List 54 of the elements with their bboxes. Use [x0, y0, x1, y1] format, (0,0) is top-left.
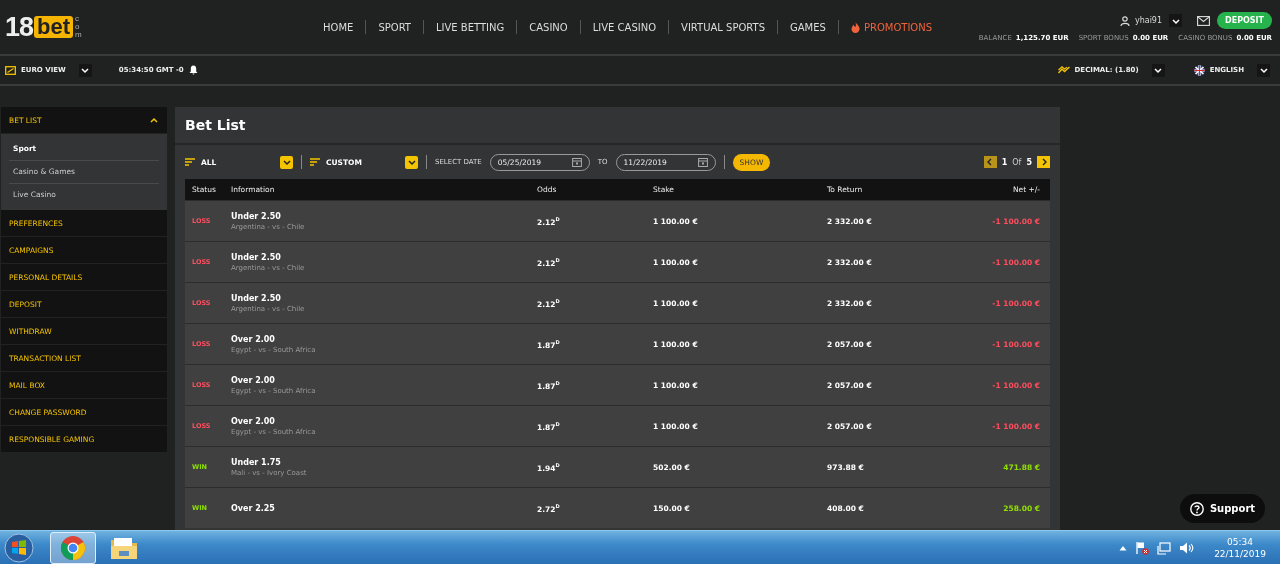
bell-icon[interactable]: [188, 65, 198, 75]
dropdown-button[interactable]: [1257, 63, 1270, 77]
dropdown-button[interactable]: [1151, 63, 1165, 77]
market-text: Under 2.50: [231, 211, 282, 221]
network-icon[interactable]: [1157, 540, 1172, 555]
dropdown-button[interactable]: [78, 63, 92, 77]
nav-link[interactable]: CASINO: [517, 21, 580, 33]
previous-page-button[interactable]: [983, 156, 997, 168]
nav-link[interactable]: GAMES: [778, 21, 838, 33]
market-text: Over 2.25: [231, 503, 276, 513]
flag-icon: [1193, 64, 1205, 76]
filter-icon: [185, 158, 195, 166]
start-icon[interactable]: [4, 532, 34, 563]
page-number: 1: [1001, 157, 1008, 167]
nav-link[interactable]: LIVE BETTING: [423, 21, 517, 33]
volume-icon[interactable]: [1179, 540, 1195, 555]
calendar-icon: [571, 157, 582, 167]
user-menu[interactable]: yhai91: [1119, 15, 1163, 26]
nav-link[interactable]: HOME: [311, 21, 366, 33]
nav-label: PROMOTIONS: [863, 21, 933, 33]
calendar-icon: [697, 157, 708, 167]
market-text: Under 2.50: [231, 293, 282, 303]
browser-icon: [60, 534, 86, 561]
help-icon: [1189, 501, 1204, 516]
user-icon: [1119, 15, 1130, 26]
next-page-button[interactable]: [1037, 156, 1050, 168]
tray-expand-icon[interactable]: [1119, 544, 1128, 551]
market-text: Over 2.00: [231, 334, 276, 344]
trend-icon: [1057, 66, 1070, 74]
nav-link[interactable]: PROMOTIONS: [838, 21, 945, 33]
page-title: Bet List: [185, 117, 246, 133]
market-text: Over 2.00: [231, 416, 276, 426]
clock-time: 05:34: [1227, 536, 1254, 547]
filter-icon: [310, 158, 320, 166]
flame-icon: [850, 21, 860, 33]
support-button[interactable]: Support: [1180, 494, 1265, 523]
clock-date: 22/11/2019: [1214, 548, 1266, 559]
dropdown-button[interactable]: [1169, 14, 1183, 27]
taskbar-clock[interactable]: 05:34 22/11/2019: [1214, 536, 1266, 559]
taskbar-app[interactable]: [50, 531, 96, 564]
monitor-icon: [5, 65, 16, 75]
flag-alert-icon[interactable]: [1135, 540, 1150, 555]
nav-link[interactable]: SPORT: [366, 21, 423, 33]
nav-link[interactable]: LIVE CASINO: [580, 21, 669, 33]
page-total: 5: [1026, 157, 1032, 167]
market-text: Under 2.50: [231, 252, 282, 262]
market-text: Under 1.75: [231, 457, 282, 467]
mail-icon[interactable]: [1197, 15, 1211, 26]
folder-icon: [110, 535, 138, 560]
page-of: Of: [1012, 157, 1022, 167]
market-text: Over 2.00: [231, 375, 276, 385]
chevron-up-icon: [149, 115, 159, 125]
nav-link[interactable]: VIRTUAL SPORTS: [669, 21, 778, 33]
username: yhai91: [1134, 16, 1163, 25]
